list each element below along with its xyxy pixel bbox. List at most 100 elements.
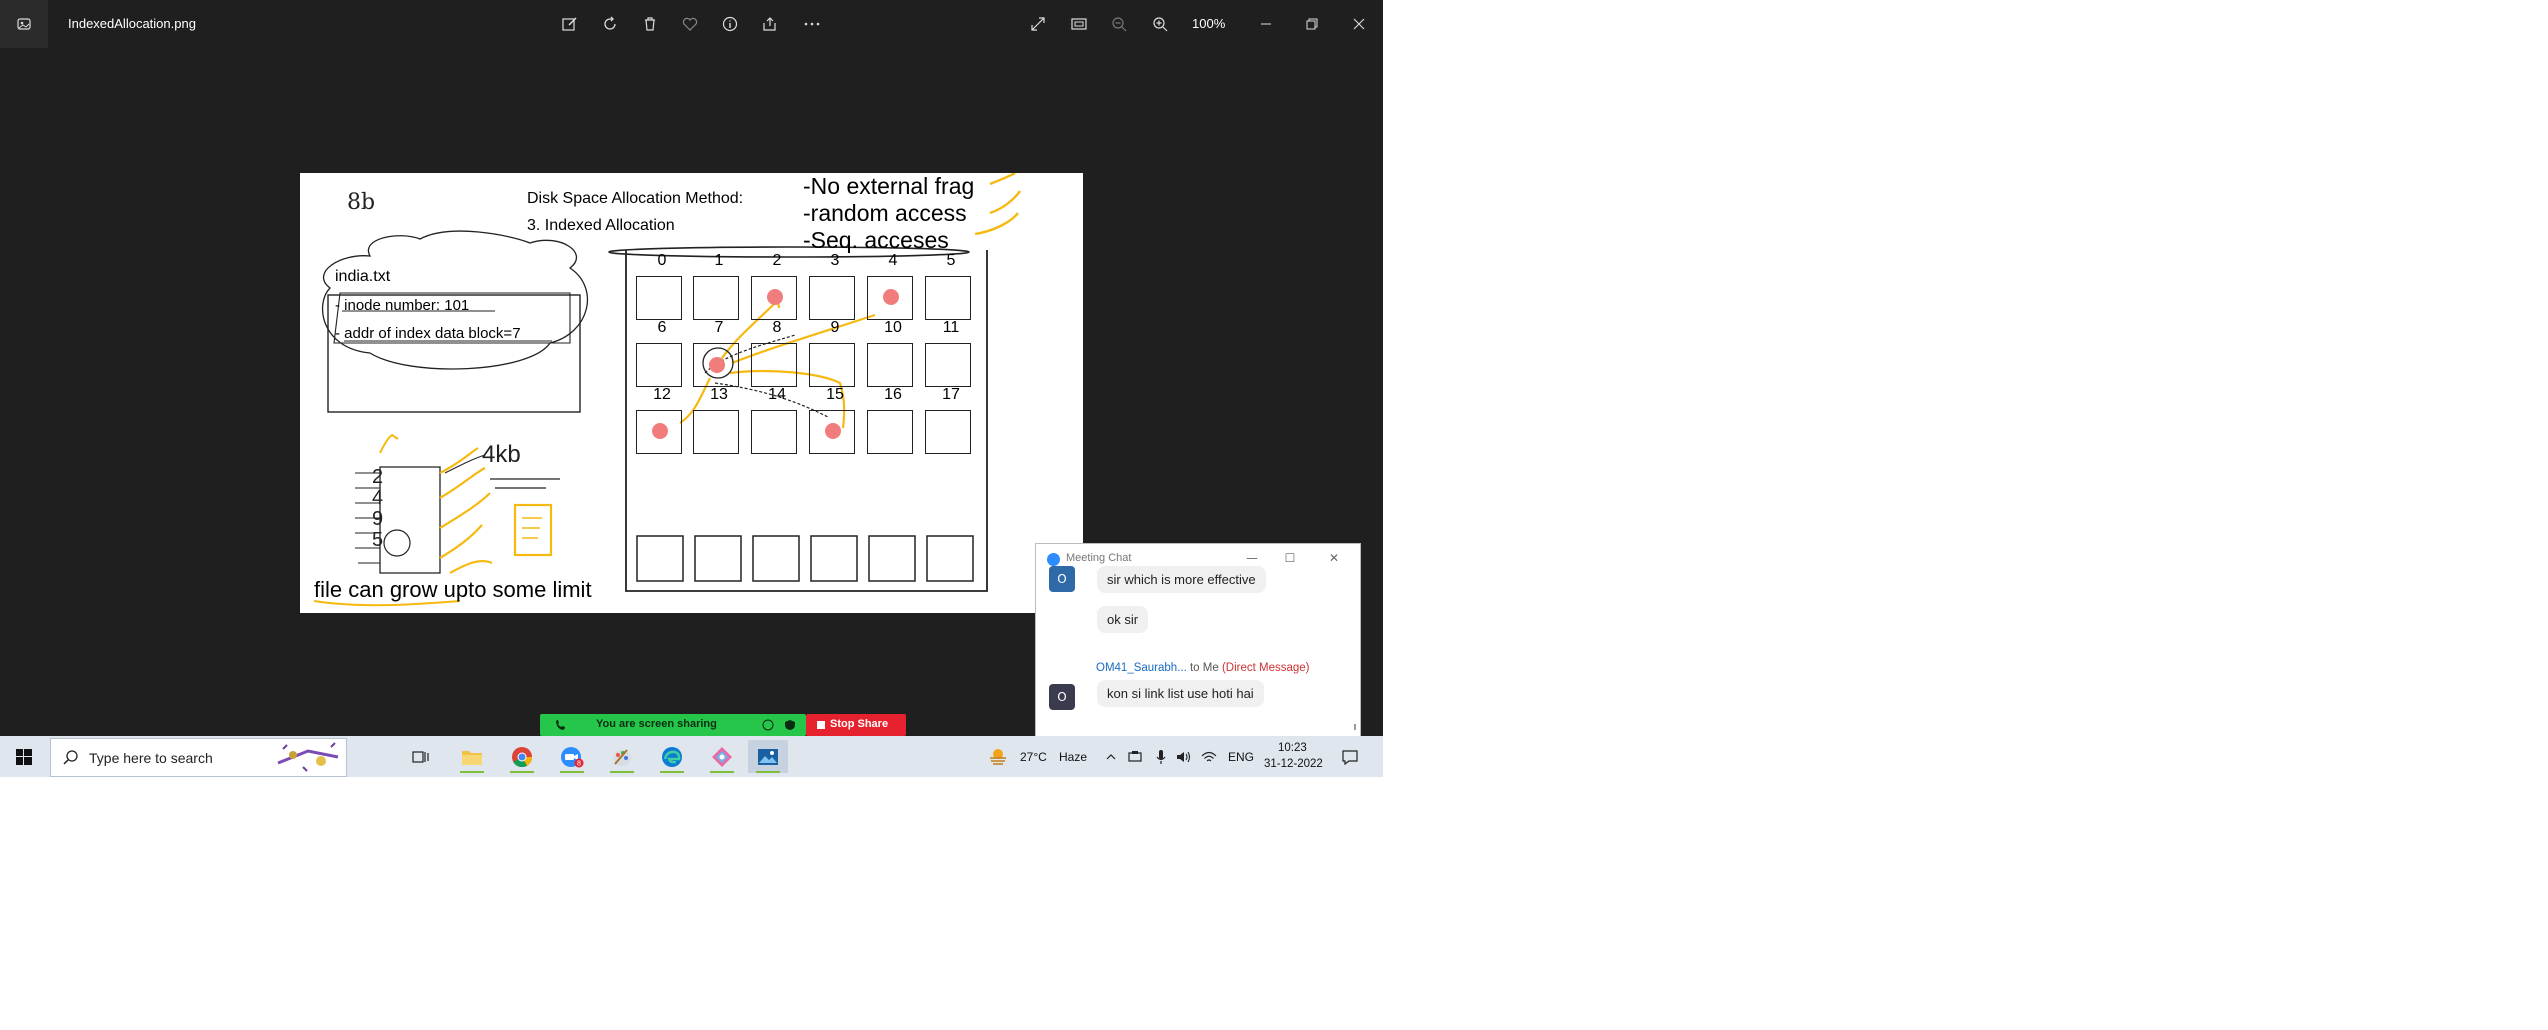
favorite-heart-icon[interactable] — [678, 12, 702, 36]
allocated-block-dot — [709, 357, 725, 373]
title-bar: IndexedAllocation.png 100% — [0, 0, 1383, 48]
notifications-icon[interactable] — [1341, 749, 1359, 765]
edit-image-icon[interactable] — [558, 12, 582, 36]
file-name-label: india.txt — [335, 268, 391, 285]
block-number-label: 1 — [714, 252, 724, 269]
chat-message: kon si link list use hoti hai — [1097, 680, 1264, 707]
disk-block — [751, 343, 797, 387]
zoom-in-icon[interactable] — [1148, 12, 1172, 36]
disk-block — [809, 410, 855, 454]
chat-message: ok sir — [1097, 606, 1149, 633]
taskbar-search-box[interactable]: Type here to search — [50, 738, 347, 777]
chrome-icon[interactable] — [502, 740, 542, 773]
weather-temperature[interactable]: 27°C — [1020, 750, 1047, 764]
advantage-point: -No external frag — [803, 173, 975, 199]
zoom-level[interactable]: 100% — [1192, 16, 1225, 31]
meeting-chat-window: Meeting Chat — ☐ ✕ O sir which is more e… — [1035, 543, 1361, 737]
disk-block — [636, 276, 682, 320]
search-highlight-illustration-icon — [277, 742, 339, 772]
zoom-app-icon[interactable]: 8 — [552, 740, 592, 773]
task-view-icon[interactable] — [401, 740, 441, 773]
close-icon[interactable] — [1347, 12, 1371, 36]
info-icon[interactable] — [718, 12, 742, 36]
close-icon[interactable]: ✕ — [1326, 550, 1342, 566]
photos-taskbar-icon[interactable] — [748, 740, 788, 773]
screen-sharing-label: You are screen sharing — [596, 718, 717, 730]
block-number-label: 16 — [884, 386, 902, 403]
volume-icon[interactable] — [1176, 750, 1192, 764]
svg-text:8: 8 — [577, 759, 581, 767]
allocated-block-dot — [767, 289, 783, 305]
allocated-block-dot — [825, 423, 841, 439]
chat-scrollbar[interactable] — [1352, 571, 1358, 732]
fullscreen-icon[interactable] — [1026, 12, 1050, 36]
block-number-label: 6 — [657, 319, 667, 336]
stop-share-button[interactable]: Stop Share — [806, 714, 906, 736]
chat-message: sir which is more effective — [1097, 566, 1266, 593]
stop-share-label: Stop Share — [830, 718, 889, 730]
chevron-up-icon[interactable] — [1105, 751, 1117, 763]
delete-icon[interactable] — [638, 12, 662, 36]
share-icon[interactable] — [758, 12, 782, 36]
disk-block — [867, 343, 913, 387]
disk-block — [925, 410, 971, 454]
index-entry: 5 — [372, 529, 384, 551]
disk-block — [925, 276, 971, 320]
photos-app-icon[interactable] — [0, 0, 48, 48]
block-number-label: 15 — [826, 386, 844, 403]
clock-time[interactable]: 10:23 — [1278, 742, 1307, 754]
file-explorer-icon[interactable] — [452, 740, 492, 773]
chat-title: Meeting Chat — [1066, 552, 1132, 564]
direct-message-tag: (Direct Message) — [1221, 662, 1310, 674]
microphone-icon[interactable] — [1155, 749, 1167, 765]
device-icon[interactable] — [1127, 750, 1143, 764]
paint-app-icon[interactable] — [602, 740, 642, 773]
disk-block — [867, 276, 913, 320]
disk-block — [636, 410, 682, 454]
disk-block — [751, 276, 797, 320]
minimize-icon[interactable]: — — [1244, 550, 1260, 566]
block-number-label: 10 — [884, 319, 902, 336]
weather-description[interactable]: Haze — [1059, 750, 1087, 764]
photos-app-window: IndexedAllocation.png 100% 8b Disk Space… — [0, 0, 1383, 777]
language-indicator[interactable]: ENG — [1228, 750, 1254, 764]
edge-browser-icon[interactable] — [652, 740, 692, 773]
block-number-label: 12 — [653, 386, 671, 403]
maximize-icon[interactable]: ☐ — [1282, 550, 1298, 566]
fit-to-window-icon[interactable] — [1067, 12, 1091, 36]
file-growth-note: file can grow upto some limit — [314, 577, 592, 602]
disk-block — [693, 343, 739, 387]
zoom-logo-icon — [1047, 553, 1060, 566]
clock-date[interactable]: 31-12-2022 — [1264, 758, 1323, 770]
advantage-point: -random access — [803, 200, 967, 226]
pause-icon[interactable] — [762, 719, 774, 731]
whiteboard-image: 8b Disk Space Allocation Method: 3. Inde… — [300, 173, 1083, 613]
recipient-label: to Me — [1189, 662, 1219, 674]
screen-sharing-bar[interactable]: You are screen sharing — [540, 714, 806, 736]
block-number-label: 5 — [946, 252, 956, 269]
advantage-point: -Seq. acceses — [803, 227, 949, 253]
disk-block — [636, 343, 682, 387]
restore-icon[interactable] — [1300, 12, 1324, 36]
windows-start-icon[interactable] — [0, 736, 48, 777]
block-number-label: 14 — [768, 386, 786, 403]
index-block-address-line: - addr of index data block=7 — [335, 325, 521, 342]
sender-name[interactable]: OM41_Saurabh... — [1096, 662, 1187, 674]
index-entry: 9 — [372, 508, 384, 530]
disk-block — [751, 410, 797, 454]
haze-weather-icon[interactable] — [988, 746, 1008, 766]
block-number-label: 7 — [714, 319, 724, 336]
zoom-out-icon[interactable] — [1107, 12, 1131, 36]
block-size-note: 4kb — [482, 441, 521, 468]
board-title-line1: Disk Space Allocation Method: — [527, 190, 744, 207]
rotate-icon[interactable] — [598, 12, 622, 36]
more-options-icon[interactable] — [800, 12, 824, 36]
disk-block — [809, 276, 855, 320]
block-number-label: 2 — [772, 252, 782, 269]
minimize-icon[interactable] — [1254, 12, 1278, 36]
network-icon[interactable] — [1201, 750, 1217, 764]
disk-block — [925, 343, 971, 387]
pinned-app-icon[interactable] — [702, 740, 742, 773]
inode-number-line: - inode number: 101 — [335, 297, 470, 314]
allocated-block-dot — [883, 289, 899, 305]
